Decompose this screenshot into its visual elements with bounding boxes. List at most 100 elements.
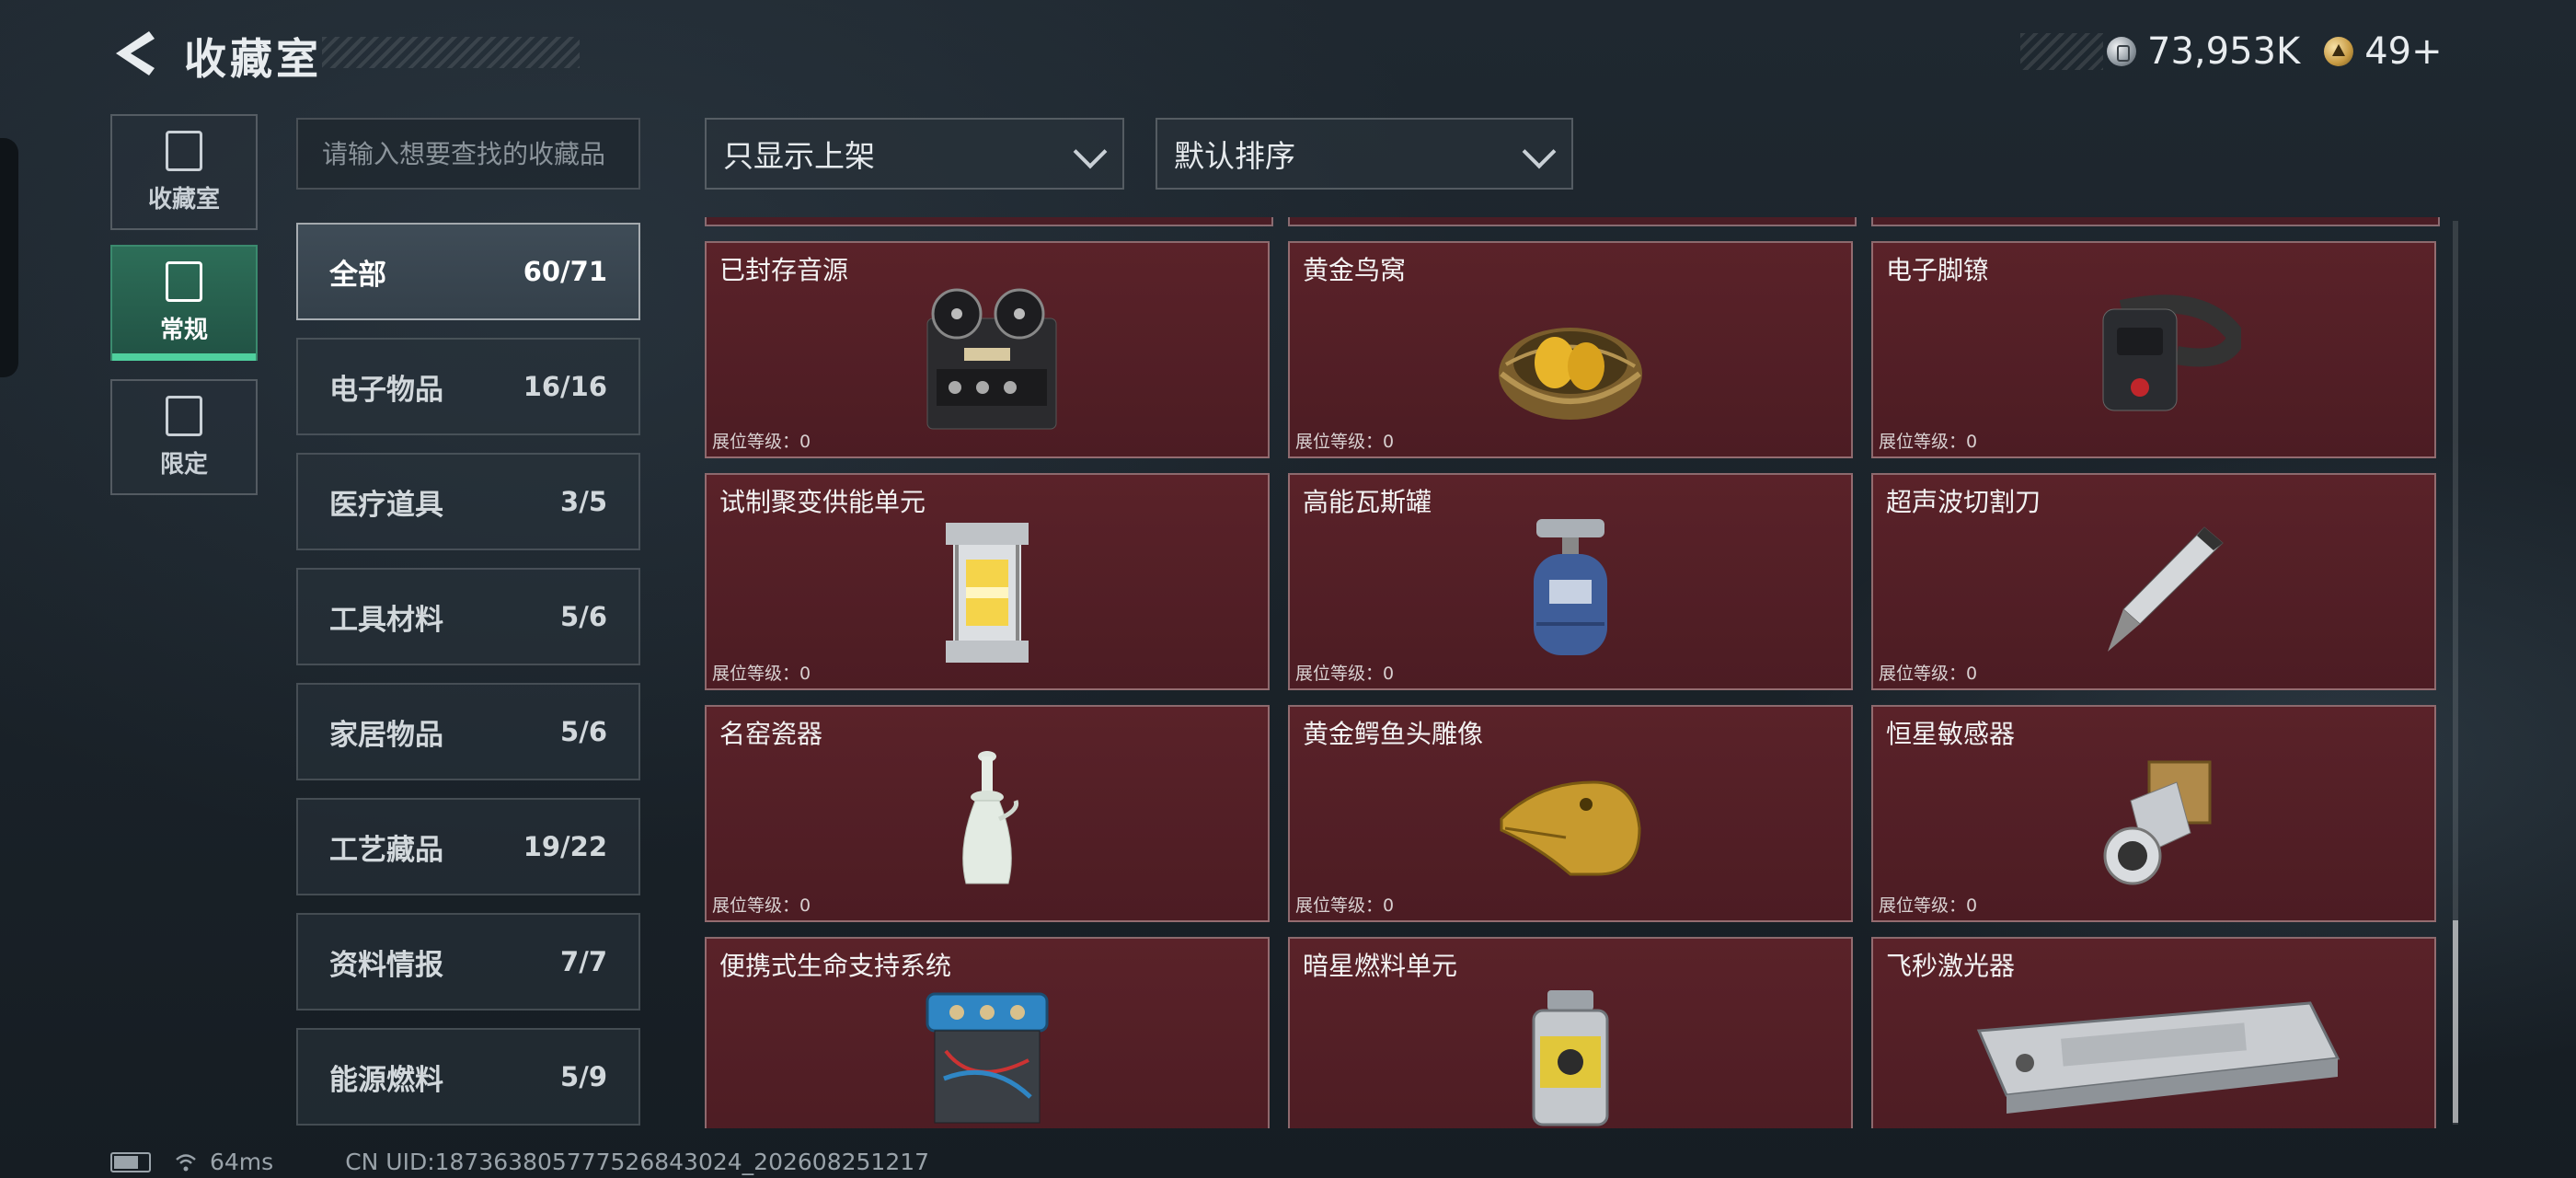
category-label: 家居物品 xyxy=(329,718,443,752)
category-all[interactable]: 全部 60/71 xyxy=(296,223,640,320)
item-level: 展位等级：0 xyxy=(1879,432,1978,452)
item-name: 黄金鸟窝 xyxy=(1303,255,1407,285)
item-name: 超声波切割刀 xyxy=(1886,487,2041,517)
tab-label: 收藏室 xyxy=(147,185,220,214)
item-name: 高能瓦斯罐 xyxy=(1303,487,1432,517)
tab-label: 限定 xyxy=(159,450,208,479)
collection-grid: 已封存音源 展位等级：0 黄金鸟窝 展位等级：0 电子脚镣 展位等级：0 试制聚… xyxy=(701,217,2440,1128)
silver-coin-icon xyxy=(2107,37,2136,66)
dropdown-value: 默认排序 xyxy=(1174,138,1295,174)
item-card[interactable]: 便携式生命支持系统 xyxy=(705,937,1270,1128)
currency-decoration xyxy=(2020,33,2103,70)
back-button[interactable] xyxy=(109,28,162,79)
item-level: 展位等级：0 xyxy=(1295,664,1395,684)
grid-scrollbar[interactable] xyxy=(2453,221,2458,1125)
category-count: 60/71 xyxy=(523,256,607,287)
item-name: 暗星燃料单元 xyxy=(1303,951,1458,981)
gold-coin-icon xyxy=(2324,37,2354,66)
item-name: 名窑瓷器 xyxy=(719,719,823,749)
golden-crocodile-icon xyxy=(1500,780,1641,876)
item-card[interactable]: 高能瓦斯罐 展位等级：0 xyxy=(1288,473,1853,690)
category-count: 5/6 xyxy=(560,601,607,632)
search-input[interactable] xyxy=(296,118,640,190)
sort-dropdown[interactable]: 默认排序 xyxy=(1156,118,1573,190)
item-level: 展位等级：0 xyxy=(712,664,811,684)
regular-icon xyxy=(166,260,202,302)
category-tools[interactable]: 工具材料 5/6 xyxy=(296,568,640,665)
item-name: 黄金鳄鱼头雕像 xyxy=(1303,719,1484,749)
shelf-filter-dropdown[interactable]: 只显示上架 xyxy=(705,118,1124,190)
currency-bar: 73,953K 49+ xyxy=(2020,30,2480,73)
limited-icon xyxy=(166,395,202,436)
gold-balance: 49+ xyxy=(2364,30,2443,73)
category-count: 16/16 xyxy=(523,371,607,402)
category-label: 工具材料 xyxy=(329,603,443,637)
porcelain-vase-icon xyxy=(962,751,1019,884)
dropdown-value: 只显示上架 xyxy=(723,138,875,174)
category-intel[interactable]: 资料情报 7/7 xyxy=(296,913,640,1011)
chevron-down-icon xyxy=(1522,134,1557,169)
life-support-icon xyxy=(926,992,1049,1124)
wifi-icon xyxy=(176,1153,196,1171)
tab-limited[interactable]: 限定 xyxy=(110,379,258,495)
category-crafts[interactable]: 工艺藏品 19/22 xyxy=(296,798,640,895)
scrollbar-thumb[interactable] xyxy=(2453,920,2458,1123)
card-edge xyxy=(1288,217,1857,226)
item-level: 展位等级：0 xyxy=(1295,432,1395,452)
category-label: 医疗道具 xyxy=(329,488,443,522)
item-card[interactable]: 黄金鸟窝 展位等级：0 xyxy=(1288,241,1853,458)
category-electronics[interactable]: 电子物品 16/16 xyxy=(296,338,640,435)
category-count: 7/7 xyxy=(560,946,607,977)
item-level: 展位等级：0 xyxy=(1295,895,1395,916)
category-medical[interactable]: 医疗道具 3/5 xyxy=(296,453,640,550)
tab-regular[interactable]: 常规 xyxy=(110,245,258,361)
item-card[interactable]: 恒星敏感器 展位等级：0 xyxy=(1871,705,2436,922)
collection-room-icon xyxy=(166,130,202,171)
item-card[interactable]: 已封存音源 展位等级：0 xyxy=(705,241,1270,458)
item-name: 已封存音源 xyxy=(719,255,849,285)
item-card[interactable]: 名窑瓷器 展位等级：0 xyxy=(705,705,1270,922)
item-level: 展位等级：0 xyxy=(1879,664,1978,684)
category-count: 5/9 xyxy=(560,1061,607,1092)
fusion-cell-icon xyxy=(946,523,1029,663)
item-name: 恒星敏感器 xyxy=(1886,719,2016,749)
category-label: 能源燃料 xyxy=(329,1063,443,1097)
fuel-cell-icon xyxy=(1532,990,1609,1126)
title-decoration xyxy=(322,37,580,68)
item-name: 试制聚变供能单元 xyxy=(719,487,926,517)
tab-label: 常规 xyxy=(159,316,208,344)
battery-icon xyxy=(110,1151,151,1172)
item-card[interactable]: 试制聚变供能单元 展位等级：0 xyxy=(705,473,1270,690)
category-household[interactable]: 家居物品 5/6 xyxy=(296,683,640,780)
tab-collection-room[interactable]: 收藏室 xyxy=(110,114,258,230)
item-card[interactable]: 黄金鳄鱼头雕像 展位等级：0 xyxy=(1288,705,1853,922)
item-level: 展位等级：0 xyxy=(1879,895,1978,916)
status-bar: 64ms CN UID:187363805777526843024_202608… xyxy=(110,1149,929,1175)
item-card[interactable]: 电子脚镣 展位等级：0 xyxy=(1871,241,2436,458)
item-card[interactable]: 超声波切割刀 展位等级：0 xyxy=(1871,473,2436,690)
ankle-monitor-icon xyxy=(2102,294,2241,411)
category-count: 3/5 xyxy=(560,486,607,517)
ultrasonic-knife-icon xyxy=(2108,526,2224,652)
category-count: 19/22 xyxy=(523,831,607,862)
screen-edge-handle xyxy=(0,138,18,377)
ping-value: 64ms xyxy=(210,1149,274,1175)
category-fuel[interactable]: 能源燃料 5/9 xyxy=(296,1028,640,1126)
item-name: 电子脚镣 xyxy=(1886,255,1990,285)
item-level: 展位等级：0 xyxy=(712,895,811,916)
item-card[interactable]: 暗星燃料单元 xyxy=(1288,937,1853,1128)
chevron-down-icon xyxy=(1073,134,1108,169)
femtosecond-laser-icon xyxy=(1976,1001,2340,1114)
star-sensor-icon xyxy=(2103,760,2212,885)
category-label: 工艺藏品 xyxy=(329,833,443,867)
category-label: 全部 xyxy=(329,258,386,292)
card-edge xyxy=(705,217,1273,226)
category-label: 资料情报 xyxy=(329,948,443,982)
item-card[interactable]: 飞秒激光器 xyxy=(1871,937,2436,1128)
back-arrow-icon xyxy=(116,31,155,75)
page-title: 收藏室 xyxy=(184,34,322,84)
user-uid: CN UID:187363805777526843024_20260825121… xyxy=(345,1149,930,1175)
category-count: 5/6 xyxy=(560,716,607,747)
item-level: 展位等级：0 xyxy=(712,432,811,452)
tape-recorder-icon xyxy=(926,288,1057,430)
